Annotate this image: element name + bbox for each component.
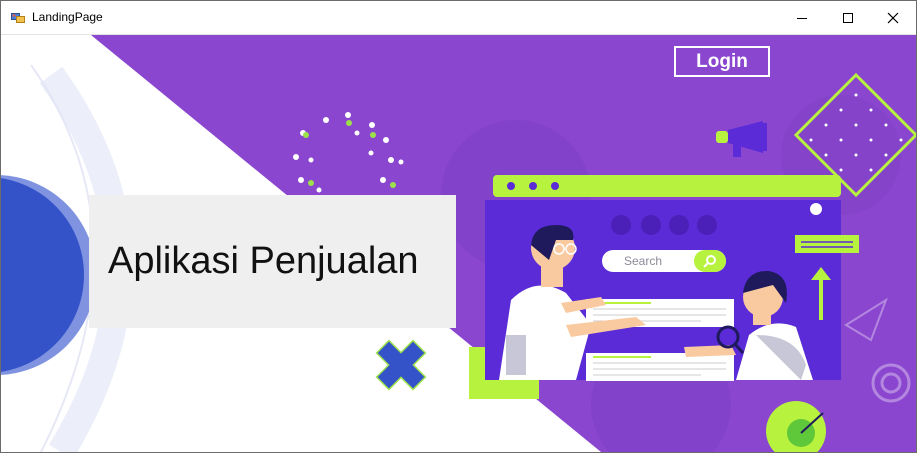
blue-circle <box>1 178 84 372</box>
maximize-icon <box>843 12 853 23</box>
app-window: LandingPage Search Aplikasi Penjualan Lo… <box>0 0 917 453</box>
minimize-button[interactable] <box>779 1 825 34</box>
app-headline: Aplikasi Penjualan <box>108 240 419 282</box>
close-icon <box>887 12 899 23</box>
search-placeholder: Search <box>624 254 662 268</box>
search-bar: Search <box>624 254 662 268</box>
app-icon <box>11 13 25 23</box>
minimize-icon <box>797 17 807 19</box>
landing-content: Search Aplikasi Penjualan Login <box>1 35 916 452</box>
close-button[interactable] <box>870 1 916 34</box>
app-title-card: Aplikasi Penjualan <box>89 195 456 328</box>
cross-decoration <box>375 339 427 391</box>
login-button[interactable]: Login <box>674 46 770 77</box>
window-title: LandingPage <box>32 10 103 24</box>
maximize-button[interactable] <box>825 1 871 34</box>
title-bar: LandingPage <box>1 1 916 35</box>
